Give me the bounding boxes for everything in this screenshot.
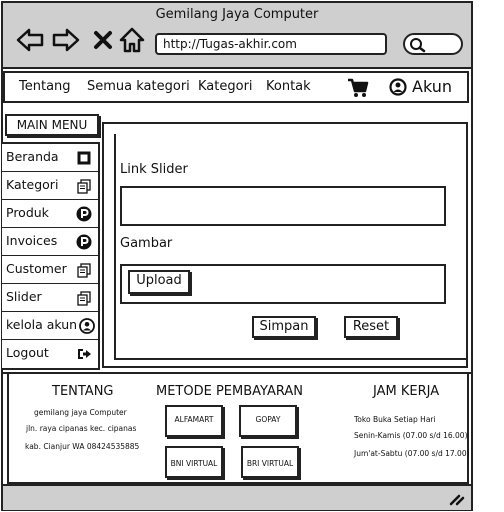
sidebar-item-beranda[interactable]: Beranda xyxy=(2,144,98,172)
payment-gopay[interactable]: GOPAY xyxy=(239,405,297,437)
sidebar-item-kelola-akun[interactable]: kelola akun xyxy=(2,312,98,340)
footer-tentang-title: TENTANG xyxy=(52,384,114,399)
upload-button[interactable]: Upload xyxy=(128,270,190,294)
copy-icon xyxy=(77,291,91,306)
payment-bni-virtual[interactable]: BNI VIRTUAL xyxy=(165,446,223,478)
square-icon xyxy=(77,151,91,165)
footer-tentang-line: jln. raya cipanas kec. cipanas xyxy=(26,424,137,433)
link-slider-label: Link Slider xyxy=(120,162,188,177)
forward-icon[interactable] xyxy=(51,25,81,55)
link-slider-input[interactable] xyxy=(120,186,446,226)
sidebar-item-label: Beranda xyxy=(6,149,59,164)
cart-icon[interactable] xyxy=(347,77,369,103)
status-bar xyxy=(3,484,471,510)
payment-bri-virtual[interactable]: BRI VIRTUAL xyxy=(241,446,299,478)
footer-jam-line: Senin-Kamis (07.00 s/d 16.00) xyxy=(354,431,468,440)
sidebar-item-label: Logout xyxy=(6,345,49,360)
sidebar-item-label: Customer xyxy=(6,261,67,276)
user-icon xyxy=(79,318,95,334)
copy-icon xyxy=(77,179,91,194)
sidebar-item-label: kelola akun xyxy=(6,317,78,332)
sidebar-item-slider[interactable]: Slider xyxy=(2,284,98,312)
save-button[interactable]: Simpan xyxy=(252,316,316,338)
sidebar-item-label: Invoices xyxy=(6,233,58,248)
sidebar-item-logout[interactable]: Logout xyxy=(2,340,98,368)
sidebar-item-produk[interactable]: Produk xyxy=(2,200,98,228)
payment-alfamart[interactable]: ALFAMART xyxy=(165,405,223,437)
sidebar-item-label: Produk xyxy=(6,205,49,220)
footer-pembayaran-title: METODE PEMBAYARAN xyxy=(156,384,303,399)
sidebar-item-customer[interactable]: Customer xyxy=(2,256,98,284)
p-circle-icon xyxy=(76,206,92,222)
account-label: Akun xyxy=(412,77,452,96)
back-icon[interactable] xyxy=(15,25,45,55)
footer-tentang-line: gemilang jaya Computer xyxy=(34,408,127,417)
sidebar-item-label: Kategori xyxy=(6,177,59,192)
address-bar[interactable]: http://Tugas-akhir.com xyxy=(155,33,387,55)
footer-tentang-line: kab. Cianjur WA 08424535885 xyxy=(25,442,140,451)
sidebar-item-invoices[interactable]: Invoices xyxy=(2,228,98,256)
sidebar-item-label: Slider xyxy=(6,289,42,304)
copy-icon xyxy=(77,263,91,278)
nav-kategori[interactable]: Kategori xyxy=(198,79,253,94)
sidebar-item-kategori[interactable]: Kategori xyxy=(2,172,98,200)
account-menu[interactable]: Akun xyxy=(389,77,452,96)
home-icon[interactable] xyxy=(117,25,147,55)
nav-kontak[interactable]: Kontak xyxy=(266,79,311,94)
footer-jam-line: Jum'at-Sabtu (07.00 s/d 17.00) xyxy=(354,449,470,458)
window-title: Gemilang Jaya Computer xyxy=(155,7,319,22)
search-input[interactable] xyxy=(403,33,463,55)
logout-icon xyxy=(78,349,91,359)
footer-jam-line: Toko Buka Setiap Hari xyxy=(354,415,436,424)
footer-jam-title: JAM KERJA xyxy=(373,384,440,399)
gambar-label: Gambar xyxy=(120,236,173,251)
p-circle-icon xyxy=(76,234,92,250)
main-menu-header: MAIN MENU xyxy=(5,114,99,136)
sidebar: Beranda Kategori Produk Invoices Custome… xyxy=(2,142,100,370)
top-navigation: Tentang Semua kategori Kategori Kontak A… xyxy=(3,71,469,103)
footer: TENTANG gemilang jaya Computer jln. raya… xyxy=(3,372,471,484)
nav-tentang[interactable]: Tentang xyxy=(19,79,71,94)
resize-handle-icon[interactable] xyxy=(447,492,465,506)
browser-toolbar: Gemilang Jaya Computer http://Tugas-akhi… xyxy=(3,3,471,69)
nav-semua-kategori[interactable]: Semua kategori xyxy=(87,79,190,94)
content-panel: Link Slider Gambar Upload Simpan Reset xyxy=(102,122,468,368)
reset-button[interactable]: Reset xyxy=(344,316,398,338)
user-icon xyxy=(389,77,407,96)
search-icon xyxy=(410,38,426,53)
